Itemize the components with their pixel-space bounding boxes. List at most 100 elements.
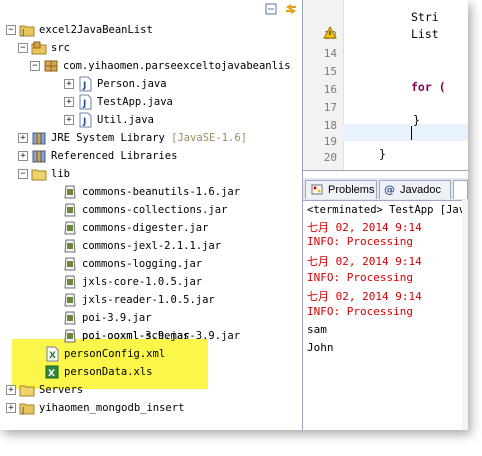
view-tabs: Problems @ Javadoc [303, 178, 468, 201]
console-line: 七月 02, 2014 9:14 [307, 290, 422, 303]
tree-item-label: commons-logging.jar [82, 257, 203, 270]
console-line: John [307, 341, 334, 354]
code-editor[interactable]: 13 14 15 16 17 18 19 20 Stri List for ( … [303, 0, 468, 171]
expand-toggle[interactable]: + [64, 78, 74, 89]
tree-item-label: Servers [39, 383, 84, 396]
tree-item-label: commons-jexl-2.1.1.jar [82, 239, 222, 252]
tree-item-label: jxls-reader-1.0.5.jar [82, 293, 215, 306]
tree-item-person-data[interactable]: X personData.xls [44, 362, 153, 381]
line-number: 17 [323, 101, 337, 114]
explorer-toolbar [264, 0, 298, 18]
collapse-toggle[interactable]: − [6, 24, 16, 35]
jar-icon [62, 184, 78, 200]
tree-item-label: yihaomen_mongodb_insert [39, 401, 185, 414]
tree-item-person-java[interactable]: + J Person.java [64, 74, 167, 93]
tree-item-jar[interactable]: poi-3.9.jar [62, 308, 152, 327]
jar-icon [62, 328, 78, 344]
expand-toggle[interactable]: + [18, 132, 28, 143]
tree-item-label: Util.java [97, 113, 154, 126]
java-file-icon: J [77, 76, 93, 92]
tree-item-jar[interactable]: jxls-core-1.0.5.jar [62, 272, 202, 291]
tree-item-lib[interactable]: − lib [18, 164, 70, 183]
expand-toggle[interactable]: + [18, 150, 28, 161]
tree-item-util-java[interactable]: + J Util.java [64, 110, 154, 129]
tree-item-label: excel2JavaBeanList [39, 23, 153, 36]
tree-item-jre-library[interactable]: + JRE System Library [JavaSE-1.6] [18, 128, 247, 147]
link-with-editor-button[interactable] [284, 2, 298, 16]
tree-item-jar[interactable]: commons-digester.jar [62, 218, 208, 237]
expand-toggle[interactable]: + [64, 96, 74, 107]
tree-item-project[interactable]: − J excel2JavaBeanList [6, 20, 153, 39]
jar-icon [62, 202, 78, 218]
collapse-toggle[interactable]: − [30, 60, 40, 71]
tree-item-mongodb-project[interactable]: + J yihaomen_mongodb_insert [6, 398, 184, 417]
tree-item-package[interactable]: − com.yihaomen.parseexceltojavabeanlis [30, 56, 291, 75]
tree-item-jar-poi-ooxml-schemas[interactable]: poi-ooxml-schemas-3.9.jar [62, 326, 240, 345]
svg-text:@: @ [384, 183, 395, 196]
warning-marker-icon[interactable] [323, 25, 339, 42]
at-icon: @ [384, 182, 396, 198]
tree-item-decoration: [JavaSE-1.6] [171, 131, 247, 144]
tree-item-label: commons-digester.jar [82, 221, 209, 234]
tab-javadoc[interactable]: @ Javadoc [379, 180, 451, 199]
console-line: INFO: Processing [307, 235, 413, 248]
java-project-icon: J [19, 400, 35, 416]
console-line: INFO: Processing [307, 305, 413, 318]
jar-icon [62, 274, 78, 290]
tree-item-jar[interactable]: jxls-reader-1.0.5.jar [62, 290, 215, 309]
expand-toggle[interactable]: + [6, 384, 16, 395]
line-number: 18 [323, 119, 337, 132]
library-icon [31, 130, 47, 146]
java-file-icon: J [77, 112, 93, 128]
tree-item-label: JRE System Library [51, 131, 165, 144]
tree-item-referenced-libraries[interactable]: + Referenced Libraries [18, 146, 177, 165]
svg-text:J: J [82, 117, 86, 127]
code-line: List [411, 27, 439, 41]
tree-item-person-config[interactable]: X personConfig.xml [44, 344, 165, 363]
tree-item-label: personConfig.xml [64, 347, 166, 360]
collapse-toggle[interactable]: − [18, 168, 28, 179]
svg-text:J: J [21, 28, 24, 37]
tree-item-label: TestApp.java [97, 95, 173, 108]
java-project-icon: J [19, 22, 35, 38]
folder-icon [19, 382, 35, 398]
java-file-icon: J [77, 94, 93, 110]
tree-item-testapp-java[interactable]: + J TestApp.java [64, 92, 173, 111]
tree-item-jar[interactable]: commons-logging.jar [62, 254, 202, 273]
code-line: for ( [411, 80, 446, 94]
console-line: 七月 02, 2014 9:14 [307, 255, 422, 268]
svg-text:J: J [82, 81, 86, 91]
jar-icon [62, 256, 78, 272]
tab-console[interactable] [453, 180, 468, 199]
console-status: <terminated> TestApp [Jav [307, 204, 466, 216]
tree-item-jar[interactable]: commons-collections.jar [62, 200, 227, 219]
expand-toggle[interactable]: + [64, 114, 74, 125]
tree-item-src[interactable]: − src [18, 38, 70, 57]
source-folder-icon [31, 40, 47, 56]
tree-item-servers[interactable]: + Servers [6, 380, 83, 399]
tree-item-label: src [51, 41, 70, 54]
line-number: 15 [323, 65, 337, 78]
tab-label: Problems [328, 184, 375, 196]
collapse-all-button[interactable] [264, 2, 278, 16]
code-line: } [413, 113, 420, 127]
package-explorer: − J excel2JavaBeanList − src − com.yihao… [0, 0, 303, 430]
collapse-toggle[interactable]: − [18, 42, 28, 53]
jar-icon [62, 310, 78, 326]
console-scrollbar[interactable] [462, 200, 468, 430]
library-icon [31, 148, 47, 164]
tree-item-jar[interactable]: commons-jexl-2.1.1.jar [62, 236, 221, 255]
console-line: sam [307, 323, 327, 336]
svg-text:J: J [82, 99, 86, 109]
expand-toggle[interactable]: + [6, 402, 16, 413]
line-number: 14 [323, 47, 337, 60]
package-icon [43, 58, 59, 74]
tree-item-jar[interactable]: commons-beanutils-1.6.jar [62, 182, 240, 201]
eclipse-window: − J excel2JavaBeanList − src − com.yihao… [0, 0, 468, 430]
tree-item-label: Referenced Libraries [51, 149, 178, 162]
svg-text:X: X [48, 369, 55, 379]
tree-item-label: jxls-core-1.0.5.jar [82, 275, 203, 288]
tree-item-label: personData.xls [64, 365, 153, 378]
tab-problems[interactable]: Problems [305, 180, 377, 199]
excel-file-icon: X [44, 364, 60, 380]
